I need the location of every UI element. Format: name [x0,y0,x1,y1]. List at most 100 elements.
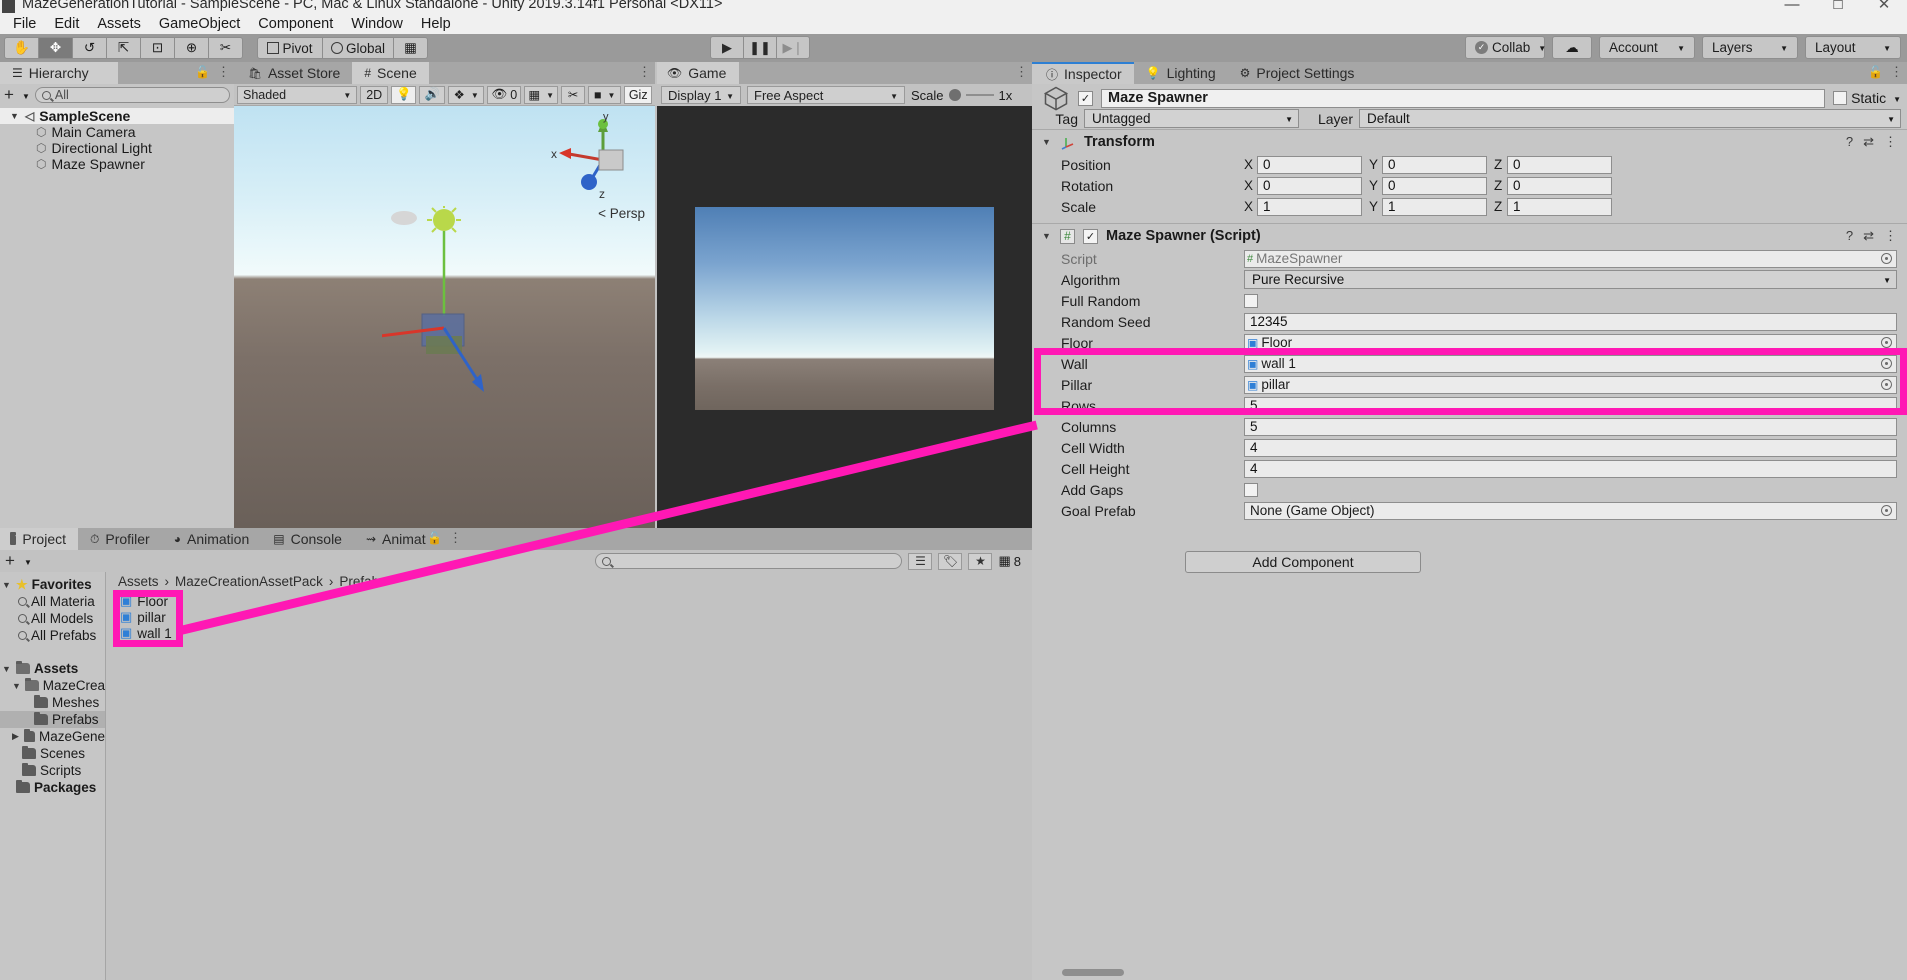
shading-mode-dropdown[interactable]: Shaded ▼ [237,85,358,104]
scale-x-input[interactable]: 1 [1257,197,1362,216]
scale-z-input[interactable]: 1 [1507,197,1612,216]
scale-tool-button[interactable]: ⇱ [106,37,141,59]
object-name-input[interactable]: Maze Spawner [1101,88,1826,108]
game-viewport[interactable] [657,106,1032,528]
scale-y-input[interactable]: 1 [1382,197,1487,216]
menu-gameobject[interactable]: GameObject [150,14,249,34]
lock-icon[interactable]: 🔓 [195,65,210,79]
tree-item-mazecreation[interactable]: ▼ MazeCrea [0,677,105,694]
asset-item-wall-1[interactable]: ▣ wall 1 [120,625,1032,641]
transform-tool-button[interactable]: ⊕ [174,37,209,59]
move-tool-button[interactable]: ✥ [38,37,73,59]
algorithm-dropdown[interactable]: Pure Recursive ▼ [1244,270,1897,289]
tree-item-scenes[interactable]: Scenes [0,745,105,762]
scene-orientation-gizmo[interactable]: x y z [541,112,651,212]
chevron-down-icon[interactable]: ▼ [24,558,32,567]
project-horizontal-scrollbar[interactable] [212,969,1138,976]
script-options-icon[interactable]: ⋮ [1884,228,1897,244]
project-options-icon[interactable]: ⋮ [449,530,462,546]
chevron-down-icon[interactable]: ▼ [1893,95,1901,104]
tree-item-all-models[interactable]: All Models [0,610,105,627]
project-lock-icon[interactable]: 🔓 [427,531,442,545]
transform-options-icon[interactable]: ⋮ [1884,134,1897,150]
filter-by-label-button[interactable]: 🏷 [938,552,963,570]
grid-dropdown-icon[interactable]: ▦ ▼ [524,85,559,104]
hierarchy-item-maze-spawner[interactable]: ⬡ Maze Spawner [0,156,234,172]
object-enabled-checkbox[interactable]: ✓ [1078,90,1093,106]
tab-profiler[interactable]: ⏱ Profiler [78,528,162,550]
scene-tools-icon[interactable]: ✂ [561,85,585,104]
chevron-down-icon[interactable]: ▼ [22,92,30,101]
step-button[interactable]: ▶❘ [776,36,810,59]
collapse-triangle-icon[interactable]: ▼ [1042,137,1052,147]
grid-snap-button[interactable]: ▦ [393,37,428,59]
tree-item-assets[interactable]: ▼ Assets [0,660,105,677]
full-random-checkbox[interactable] [1244,293,1258,308]
layout-button[interactable]: Layout ▼ [1805,36,1901,59]
play-button[interactable]: ▶ [710,36,744,59]
columns-input[interactable]: 5 [1244,417,1897,436]
menu-assets[interactable]: Assets [88,14,150,34]
hierarchy-add-button[interactable]: + [4,86,14,103]
account-button[interactable]: Account ▼ [1599,36,1695,59]
tab-lighting[interactable]: 💡 Lighting [1133,62,1228,84]
tab-animation[interactable]: ◕ Animation [161,528,262,550]
add-component-button[interactable]: Add Component [1185,551,1421,573]
transform-component-header[interactable]: ▼ Transform ? ⇄ ⋮ [1032,129,1907,154]
random-seed-input[interactable]: 12345 [1244,312,1897,331]
tag-dropdown[interactable]: Untagged ▼ [1084,109,1299,128]
pause-button[interactable]: ❚❚ [743,36,777,59]
object-picker-icon[interactable] [1881,505,1892,516]
scene-options-icon[interactable]: ⋮ [638,64,651,80]
aspect-dropdown[interactable]: Free Aspect ▼ [747,86,905,104]
preset-icon[interactable]: ⇄ [1863,134,1874,150]
inspector-lock-icon[interactable]: 🔓 [1868,65,1883,79]
tab-scene[interactable]: # Scene [352,62,429,84]
display-dropdown[interactable]: Display 1 ▼ [661,86,741,104]
slider-track[interactable] [965,94,994,96]
layer-dropdown[interactable]: Default ▼ [1359,109,1901,128]
tree-item-prefabs[interactable]: Prefabs [0,711,105,728]
tab-project-settings[interactable]: ⚙ Project Settings [1227,62,1367,84]
tab-project[interactable]: Project [0,528,78,550]
fx-dropdown-icon[interactable]: ❖ ▼ [448,85,485,104]
tree-item-packages[interactable]: Packages [0,779,105,796]
help-icon[interactable]: ? [1846,228,1853,244]
position-y-input[interactable]: 0 [1382,155,1487,174]
game-options-icon[interactable]: ⋮ [1015,64,1028,80]
tab-hierarchy[interactable]: ☰ Hierarchy [0,62,118,84]
rotation-y-input[interactable]: 0 [1382,176,1487,195]
hierarchy-item-directional-light[interactable]: ⬡ Directional Light [0,140,234,156]
menu-window[interactable]: Window [342,14,412,34]
add-gaps-checkbox[interactable] [1244,482,1258,497]
menu-file[interactable]: File [4,14,45,34]
tab-inspector[interactable]: ⓘ Inspector [1032,62,1134,84]
script-enabled-checkbox[interactable]: ✓ [1083,228,1098,244]
tab-console[interactable]: ▤ Console [261,528,354,550]
rotation-x-input[interactable]: 0 [1257,176,1362,195]
pivot-button[interactable]: Pivot [257,37,323,59]
expand-triangle-icon[interactable]: ▼ [2,664,12,674]
position-z-input[interactable]: 0 [1507,155,1612,174]
close-button[interactable]: ✕ [1861,0,1907,13]
menu-component[interactable]: Component [249,14,342,34]
script-component-header[interactable]: ▼ # ✓ Maze Spawner (Script) ? ⇄ ⋮ [1032,223,1907,248]
expand-triangle-icon[interactable]: ▼ [12,681,21,691]
maximize-button[interactable]: □ [1815,0,1861,13]
menu-help[interactable]: Help [412,14,460,34]
hierarchy-search-input[interactable]: All [34,87,230,103]
gizmos-dropdown[interactable]: Giz [624,85,652,104]
tree-item-mazegeneration[interactable]: ▶ MazeGene [0,728,105,745]
scene-viewport[interactable]: x y z < Persp [234,106,655,528]
icon-size-control[interactable]: ▦ 8 [998,553,1027,569]
inspector-options-icon[interactable]: ⋮ [1890,64,1903,80]
preset-icon[interactable]: ⇄ [1863,228,1874,244]
collapse-triangle-icon[interactable]: ▼ [1042,231,1052,241]
2d-toggle-button[interactable]: 2D [360,85,389,104]
rotation-z-input[interactable]: 0 [1507,176,1612,195]
project-search-input[interactable] [595,553,903,569]
scene-visibility-toggle[interactable]: 👁 0 [487,85,522,104]
project-add-button[interactable]: + [5,552,15,569]
minimize-button[interactable]: — [1769,0,1815,13]
static-checkbox[interactable] [1833,91,1848,105]
